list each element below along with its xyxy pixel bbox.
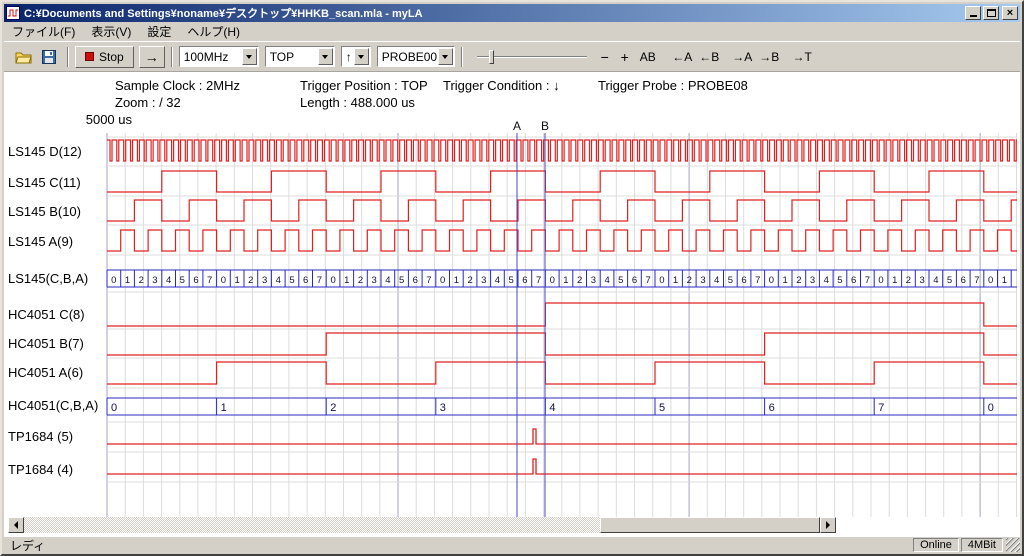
maximize-icon bbox=[987, 9, 996, 17]
trigger-probe-info: Trigger Probe : PROBE08 bbox=[598, 78, 748, 93]
zoom-out-button[interactable]: − bbox=[595, 46, 615, 68]
stop-button[interactable]: Stop bbox=[75, 46, 134, 68]
minimize-icon bbox=[970, 9, 977, 17]
maximize-button[interactable] bbox=[983, 6, 999, 20]
menu-settings[interactable]: 設定 bbox=[139, 21, 179, 42]
sample-clock-select[interactable]: 100MHz bbox=[179, 46, 259, 67]
chevron-down-icon[interactable] bbox=[242, 48, 257, 65]
chevron-down-icon[interactable] bbox=[318, 48, 333, 65]
floppy-icon bbox=[42, 50, 56, 64]
client-area bbox=[4, 72, 1020, 537]
trigger-position-info: Trigger Position : TOP bbox=[300, 78, 428, 93]
titlebar: C:¥Documents and Settings¥noname¥デスクトップ¥… bbox=[4, 4, 1020, 22]
app-icon bbox=[6, 6, 20, 20]
trigger-edge-select[interactable]: ↑ bbox=[341, 46, 371, 67]
zoom-slider[interactable] bbox=[477, 46, 587, 68]
window-title: C:¥Documents and Settings¥noname¥デスクトップ¥… bbox=[24, 5, 963, 21]
resize-grip[interactable] bbox=[1006, 538, 1020, 552]
slider-thumb[interactable] bbox=[489, 50, 494, 64]
goto-cursor-b-left-button[interactable]: ←B bbox=[696, 46, 723, 68]
toolbar-separator bbox=[67, 47, 69, 67]
zoom-ab-button[interactable]: AB bbox=[635, 46, 661, 68]
time-scale-label: 5000 us bbox=[78, 112, 132, 127]
close-icon: × bbox=[1007, 8, 1013, 18]
stop-icon bbox=[85, 52, 94, 61]
trigger-probe-select[interactable]: PROBE00 bbox=[377, 46, 455, 67]
save-button[interactable] bbox=[37, 46, 61, 68]
close-button[interactable]: × bbox=[1002, 6, 1018, 20]
minimize-button[interactable] bbox=[965, 6, 981, 20]
trigger-position-select[interactable]: TOP bbox=[265, 46, 335, 67]
zoom-info: Zoom : / 32 bbox=[115, 95, 181, 110]
menu-help[interactable]: ヘルプ(H) bbox=[179, 21, 248, 42]
chevron-down-icon[interactable] bbox=[438, 48, 453, 65]
scrollbar-track[interactable] bbox=[24, 517, 820, 533]
open-button[interactable] bbox=[10, 46, 37, 68]
run-arrow-icon: → bbox=[145, 49, 159, 65]
horizontal-scrollbar[interactable] bbox=[8, 517, 836, 533]
stop-label: Stop bbox=[99, 50, 124, 64]
menu-file[interactable]: ファイル(F) bbox=[4, 21, 83, 42]
status-ready-text: レディ bbox=[10, 537, 911, 554]
scroll-right-icon bbox=[826, 521, 830, 529]
toolbar-separator bbox=[461, 47, 463, 67]
scroll-left-button[interactable] bbox=[8, 517, 24, 533]
toolbar: Stop → 100MHz TOP ↑ PROBE00 − + AB ←A ←B… bbox=[4, 41, 1020, 72]
status-memory-badge: 4MBit bbox=[961, 538, 1003, 552]
goto-cursor-a-left-button[interactable]: ←A bbox=[669, 46, 696, 68]
run-button[interactable]: → bbox=[139, 46, 165, 68]
goto-cursor-b-right-button[interactable]: →B bbox=[756, 46, 783, 68]
open-folder-icon bbox=[15, 50, 32, 64]
status-online-badge: Online bbox=[913, 538, 959, 552]
goto-cursor-a-right-button[interactable]: →A bbox=[729, 46, 756, 68]
scrollbar-thumb[interactable] bbox=[600, 517, 820, 533]
zoom-in-button[interactable]: + bbox=[615, 46, 635, 68]
chevron-down-icon[interactable] bbox=[354, 48, 369, 65]
goto-trigger-button[interactable]: →T bbox=[789, 46, 816, 68]
trigger-condition-info: Trigger Condition : ↓ bbox=[443, 78, 560, 93]
sample-clock-info: Sample Clock : 2MHz bbox=[115, 78, 240, 93]
menu-view[interactable]: 表示(V) bbox=[83, 21, 139, 42]
menubar: ファイル(F) 表示(V) 設定 ヘルプ(H) bbox=[4, 22, 1020, 41]
statusbar: レディ Online 4MBit bbox=[4, 537, 1020, 553]
scroll-left-icon bbox=[14, 521, 18, 529]
length-info: Length : 488.000 us bbox=[300, 95, 415, 110]
toolbar-separator bbox=[171, 47, 173, 67]
scroll-right-button[interactable] bbox=[820, 517, 836, 533]
